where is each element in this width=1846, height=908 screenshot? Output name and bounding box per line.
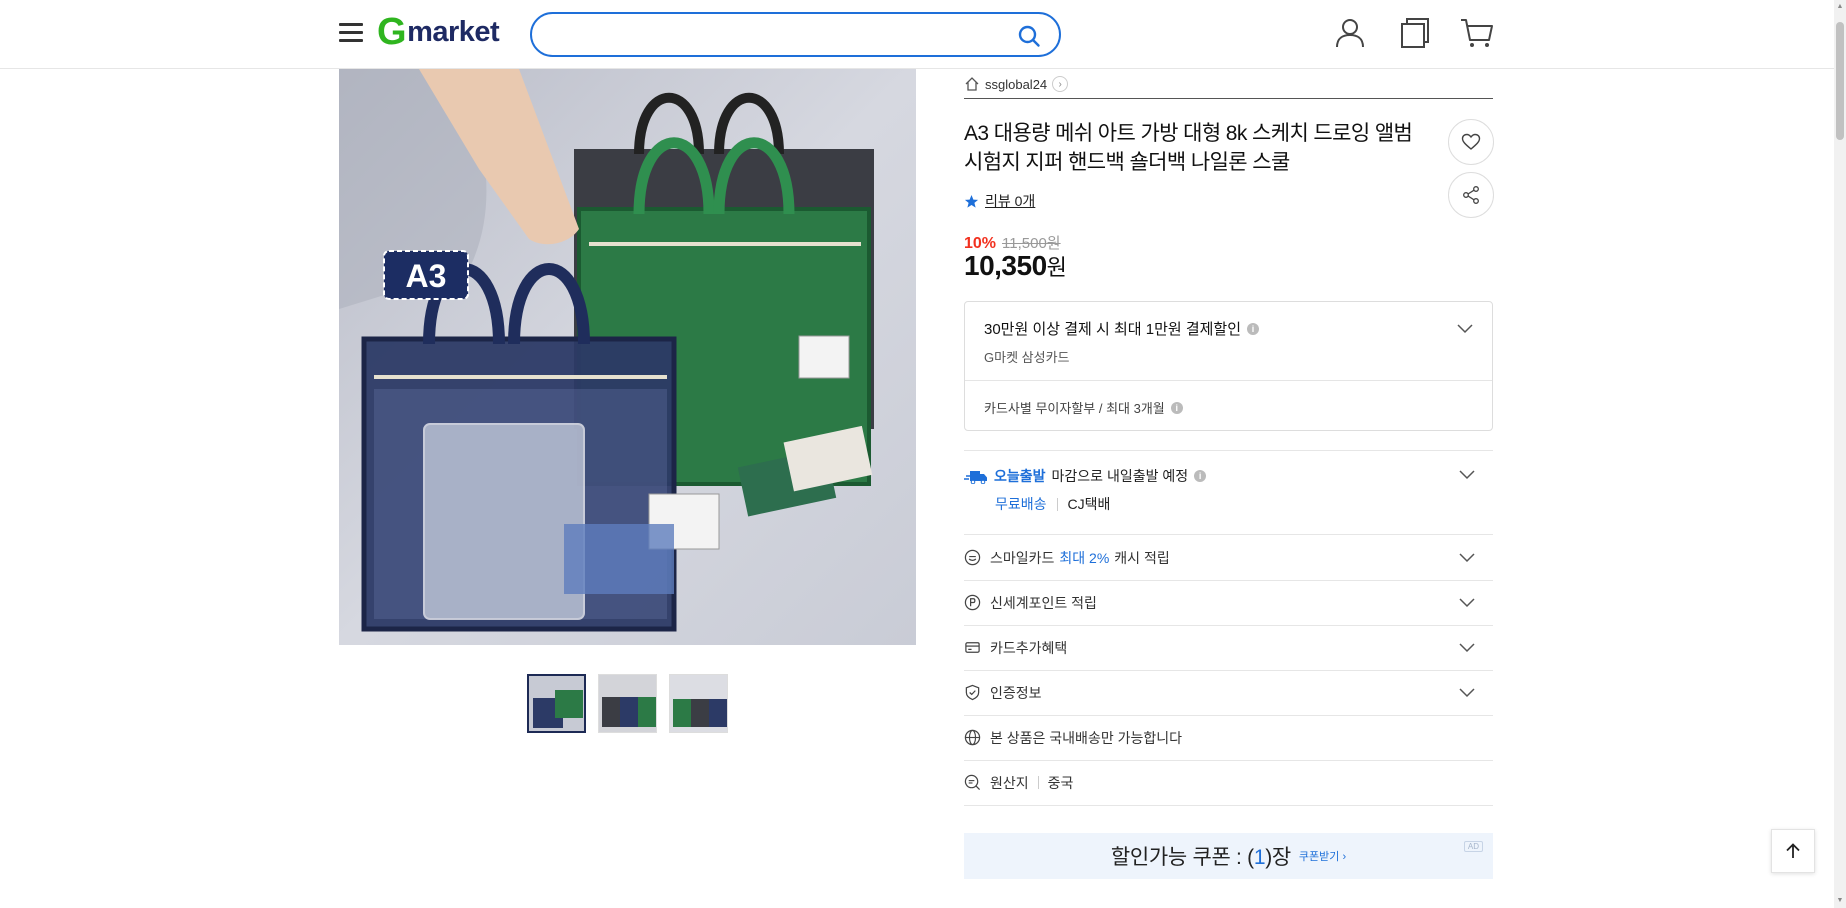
free-shipping-label: 무료배송 <box>995 496 1047 512</box>
today-ship-label: 오늘출발 <box>994 468 1046 484</box>
card-extra-label: 카드추가혜택 <box>990 639 1068 656</box>
logo-g: G <box>377 10 407 53</box>
ssg-point-row[interactable]: 신세계포인트 적립 <box>964 580 1493 625</box>
smilecard-cash-row[interactable]: 스마일카드 최대 2% 캐시 적립 <box>964 535 1493 580</box>
coupon-prefix: 할인가능 쿠폰 : ( <box>1110 846 1254 869</box>
card-name: G마켓 삼성카드 <box>984 350 1070 365</box>
menu-icon[interactable] <box>337 20 365 44</box>
courier-name: CJ택배 <box>1067 496 1111 512</box>
coupon-banner[interactable]: 할인가능 쿠폰 : (1)장 쿠폰받기 › AD <box>964 833 1493 879</box>
info-icon[interactable]: i <box>1194 470 1207 482</box>
get-coupon-link[interactable]: 쿠폰받기 › <box>1299 848 1346 864</box>
a3-badge: A3 <box>406 258 447 294</box>
seller-link[interactable]: ssglobal24 › <box>964 73 1069 95</box>
share-button[interactable] <box>1448 172 1494 218</box>
origin-row: 원산지 중국 <box>964 760 1493 805</box>
credit-card-icon <box>965 642 980 653</box>
shipping-today-row: 오늘출발 마감으로 내일출발 예정 i <box>964 466 1207 486</box>
product-main-image[interactable]: A3 <box>339 69 916 645</box>
magnifier-icon <box>964 774 981 791</box>
user-icon[interactable] <box>1333 16 1367 50</box>
search-input[interactable] <box>552 23 1012 47</box>
divider <box>964 98 1493 99</box>
ad-badge: AD <box>1463 841 1483 852</box>
coupon-text: 할인가능 쿠폰 : (1)장 <box>1111 841 1291 871</box>
recent-view-icon[interactable] <box>1398 16 1432 50</box>
card-benefit-box: 30만원 이상 결제 시 최대 1만원 결제할인 i G마켓 삼성카드 카드사별… <box>964 301 1493 431</box>
info-icon[interactable]: i <box>1247 322 1260 335</box>
home-icon <box>965 77 979 91</box>
globe-icon <box>964 729 981 746</box>
chevron-right-icon: › <box>1052 76 1069 92</box>
shipping-info[interactable]: 오늘출발 마감으로 내일출발 예정 i 무료배송 CJ택배 <box>964 451 1493 521</box>
scroll-to-top-button[interactable] <box>1771 829 1815 873</box>
chevron-down-icon[interactable] <box>1457 324 1473 334</box>
shield-check-icon <box>965 684 980 701</box>
delivery-truck-icon <box>964 471 987 484</box>
thumbnail-3[interactable] <box>669 674 728 733</box>
scroll-down-arrow[interactable]: ▼ <box>1836 897 1844 905</box>
installment-info: 카드사별 무이자할부 / 최대 3개월 i <box>984 398 1183 417</box>
search-icon[interactable] <box>1017 24 1041 48</box>
point-icon <box>964 594 981 611</box>
certification-row[interactable]: 인증정보 <box>964 670 1493 715</box>
origin-value: 중국 <box>1047 774 1074 791</box>
scroll-up-arrow[interactable]: ▲ <box>1836 3 1844 11</box>
scroll-thumb[interactable] <box>1836 22 1844 140</box>
ship-deadline-text: 마감으로 내일출발 예정 <box>1051 468 1189 484</box>
sale-price-value: 10,350 <box>964 250 1047 281</box>
smilecard-suffix: 캐시 적립 <box>1114 549 1170 566</box>
page-scrollbar[interactable]: ▲ ▼ <box>1834 0 1846 908</box>
chevron-down-icon[interactable] <box>1459 470 1475 480</box>
smilecard-rate: 최대 2% <box>1059 549 1110 566</box>
smile-icon <box>964 549 981 566</box>
divider <box>1037 776 1039 789</box>
chevron-down-icon <box>1459 688 1475 698</box>
card-extra-benefit-row[interactable]: 카드추가혜택 <box>964 625 1493 670</box>
arrow-up-icon <box>1786 843 1800 858</box>
top-header: G market <box>0 0 1834 69</box>
card-discount-title: 30만원 이상 결제 시 최대 1만원 결제할인 i <box>984 318 1260 339</box>
share-icon <box>1463 186 1479 204</box>
gmarket-logo[interactable]: G market <box>377 10 500 53</box>
cart-icon[interactable] <box>1460 16 1494 50</box>
search-box <box>530 12 1061 57</box>
wishlist-button[interactable] <box>1448 119 1494 165</box>
thumbnail-list <box>527 674 728 733</box>
origin-label: 원산지 <box>990 774 1029 791</box>
chevron-down-icon <box>1459 553 1475 563</box>
info-icon[interactable]: i <box>1170 401 1183 414</box>
review-summary: 리뷰 0개 <box>964 191 1035 211</box>
coupon-suffix: )장 <box>1265 846 1291 869</box>
coupon-count: 1 <box>1253 846 1266 869</box>
divider <box>964 805 1493 806</box>
smilecard-label: 스마일카드 <box>990 549 1055 566</box>
chevron-down-icon <box>1459 598 1475 608</box>
heart-icon <box>1461 133 1481 150</box>
thumbnail-1[interactable] <box>527 674 586 733</box>
card-discount-text: 30만원 이상 결제 시 최대 1만원 결제할인 <box>984 321 1242 338</box>
sale-price: 10,350원 <box>964 250 1067 282</box>
thumbnail-2[interactable] <box>598 674 657 733</box>
star-icon <box>964 194 979 208</box>
card-discount-toggle[interactable]: 30만원 이상 결제 시 최대 1만원 결제할인 i G마켓 삼성카드 <box>965 302 1492 381</box>
price-unit: 원 <box>1046 255 1067 280</box>
divider <box>1056 497 1058 511</box>
installment-text: 카드사별 무이자할부 / 최대 3개월 <box>984 401 1165 416</box>
review-count-link[interactable]: 리뷰 0개 <box>985 191 1035 211</box>
seller-name: ssglobal24 <box>985 76 1048 92</box>
chevron-down-icon <box>1459 643 1475 653</box>
domestic-shipping-row: 본 상품은 국내배송만 가능합니다 <box>964 715 1493 760</box>
shipping-method-row: 무료배송 CJ택배 <box>995 494 1110 514</box>
domestic-only-text: 본 상품은 국내배송만 가능합니다 <box>990 729 1182 746</box>
product-title: A3 대용량 메쉬 아트 가방 대형 8k 스케치 드로잉 앨범 시험지 지퍼 … <box>964 122 1413 174</box>
ssg-point-label: 신세계포인트 적립 <box>990 594 1097 611</box>
certification-label: 인증정보 <box>990 684 1042 701</box>
logo-text: market <box>407 15 500 48</box>
